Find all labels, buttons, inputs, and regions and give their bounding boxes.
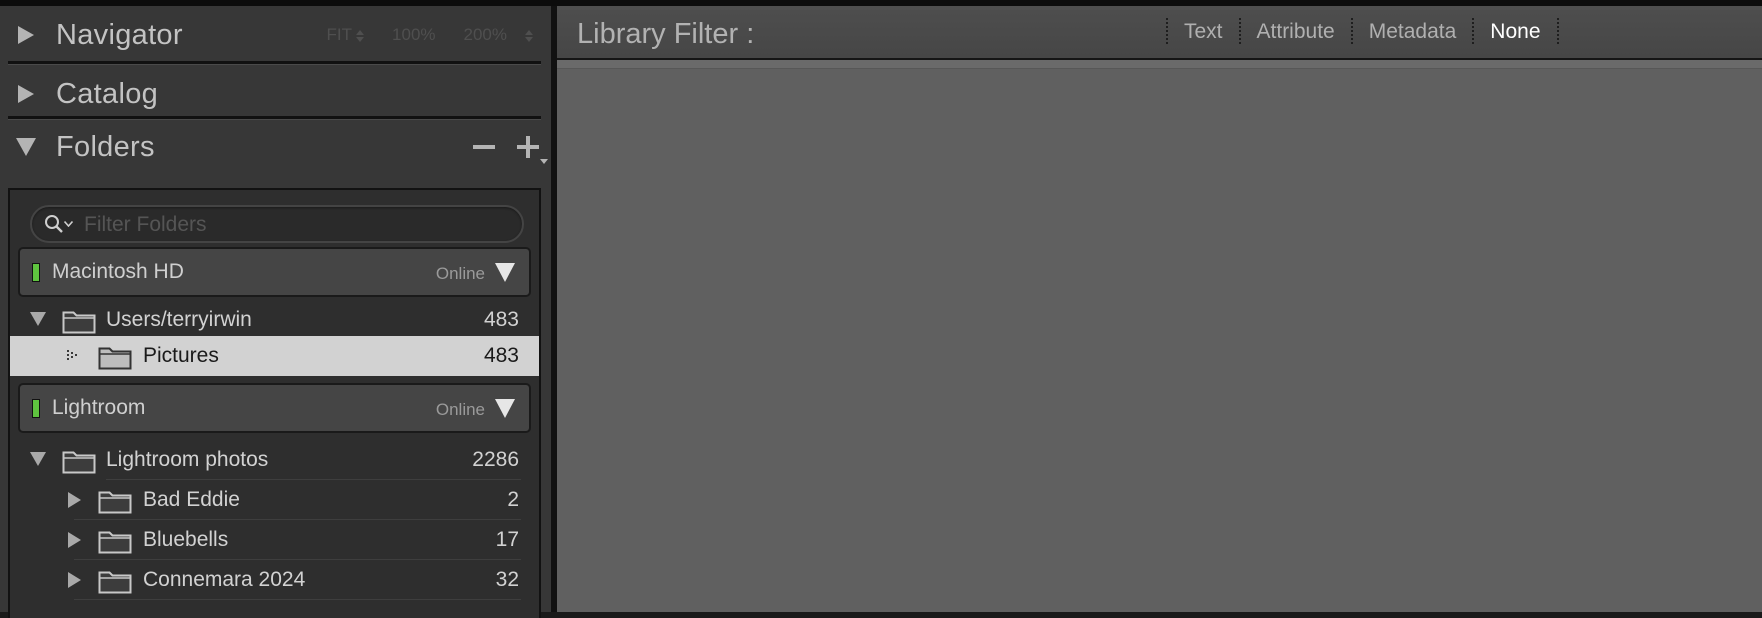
folder-name: Users/terryirwin <box>106 308 252 331</box>
folder-icon <box>98 491 132 514</box>
expand-triangle-icon[interactable] <box>18 26 34 44</box>
folder-name: Pictures <box>143 344 219 367</box>
folder-row-pictures[interactable]: Pictures 483 <box>10 336 539 376</box>
folder-count: 32 <box>495 568 519 591</box>
updown-arrows-icon <box>525 29 533 42</box>
folder-icon <box>62 311 96 334</box>
folder-row-users-terryirwin[interactable]: Users/terryirwin 483 <box>10 300 539 340</box>
volume-name: Lightroom <box>52 396 146 419</box>
collapse-triangle-icon[interactable] <box>495 263 515 282</box>
volume-status: Online <box>435 400 485 419</box>
collapse-triangle-icon[interactable] <box>30 312 46 326</box>
collapse-triangle-icon[interactable] <box>495 399 515 418</box>
volume-status: Online <box>435 264 485 283</box>
row-divider <box>74 599 521 600</box>
folder-icon <box>98 347 132 370</box>
folder-name: Lightroom photos <box>106 448 269 471</box>
collapse-triangle-icon[interactable] <box>16 138 36 156</box>
folder-name: Bad Eddie <box>143 488 240 511</box>
dotted-triangle-icon <box>67 350 77 360</box>
folder-row-connemara-2024[interactable]: Connemara 2024 32 <box>10 560 539 600</box>
folder-name: Bluebells <box>143 528 229 551</box>
volume-header-lightroom[interactable]: Lightroom Online <box>18 383 531 433</box>
folder-count: 483 <box>483 344 519 367</box>
folder-row-bad-eddie[interactable]: Bad Eddie 2 <box>10 480 539 520</box>
filter-tab-none[interactable]: None <box>1490 20 1540 44</box>
online-status-light <box>32 263 40 282</box>
left-panel: Navigator FIT 100% 200% Catalog Folders <box>0 6 551 618</box>
library-filter-bar: Library Filter : Text Attribute Metadata… <box>557 6 1762 60</box>
expand-triangle-icon[interactable] <box>68 492 81 508</box>
folders-panel-header[interactable]: Folders <box>0 120 551 174</box>
filter-folders-input[interactable] <box>82 210 506 240</box>
library-filter-tabs: Text Attribute Metadata None <box>1150 18 1575 46</box>
panel-divider <box>8 116 541 119</box>
zoom-100-option[interactable]: 100% <box>392 25 435 45</box>
folder-actions <box>473 136 548 164</box>
navigator-panel-header[interactable]: Navigator FIT 100% 200% <box>0 6 551 64</box>
volume-header-macintosh-hd[interactable]: Macintosh HD Online <box>18 247 531 297</box>
filter-tab-metadata[interactable]: Metadata <box>1369 20 1457 44</box>
tab-divider <box>1238 18 1241 46</box>
folder-icon <box>98 571 132 594</box>
navigator-zoom-options: FIT 100% 200% <box>327 25 533 45</box>
tab-divider <box>1556 18 1559 46</box>
folder-name: Connemara 2024 <box>143 568 306 591</box>
search-icon[interactable] <box>44 214 66 236</box>
tab-divider <box>1166 18 1168 46</box>
tab-divider <box>1350 18 1353 46</box>
remove-folder-button[interactable] <box>473 145 495 149</box>
collapse-triangle-icon[interactable] <box>30 452 46 466</box>
folder-icon <box>98 531 132 554</box>
tab-divider <box>1472 18 1475 46</box>
library-grid-area: Library Filter : Text Attribute Metadata… <box>557 6 1762 612</box>
folder-icon <box>62 451 96 474</box>
filter-folders-field[interactable] <box>30 205 524 243</box>
filter-tab-text[interactable]: Text <box>1184 20 1223 44</box>
updown-arrows-icon <box>356 29 365 42</box>
search-options-caret-icon[interactable] <box>64 221 73 227</box>
catalog-title: Catalog <box>56 77 159 110</box>
zoom-200-option[interactable]: 200% <box>464 25 533 45</box>
folder-row-bluebells[interactable]: Bluebells 17 <box>10 520 539 560</box>
volume-name: Macintosh HD <box>52 260 184 283</box>
navigator-title: Navigator <box>56 18 183 51</box>
filter-tab-attribute[interactable]: Attribute <box>1257 20 1335 44</box>
catalog-panel-header[interactable]: Catalog <box>0 65 551 123</box>
panel-divider <box>8 61 541 64</box>
add-folder-button[interactable] <box>517 136 548 164</box>
online-status-light <box>32 399 40 418</box>
library-filter-label: Library Filter : <box>577 18 755 50</box>
dropdown-caret-icon <box>540 159 548 164</box>
folder-count: 2286 <box>472 448 519 471</box>
folders-list: Macintosh HD Online Users/terryirwin 483 <box>8 188 541 618</box>
expand-triangle-icon[interactable] <box>68 572 81 588</box>
folder-row-lightroom-photos[interactable]: Lightroom photos 2286 <box>10 440 539 480</box>
expand-triangle-icon[interactable] <box>68 532 81 548</box>
folder-count: 17 <box>495 528 519 551</box>
zoom-fit-option[interactable]: FIT <box>327 25 365 45</box>
expand-triangle-icon[interactable] <box>18 85 34 103</box>
filter-bar-bottom-edge <box>557 60 1762 69</box>
folder-count: 483 <box>483 308 519 331</box>
folder-count: 2 <box>507 488 519 511</box>
folders-title: Folders <box>56 130 155 163</box>
